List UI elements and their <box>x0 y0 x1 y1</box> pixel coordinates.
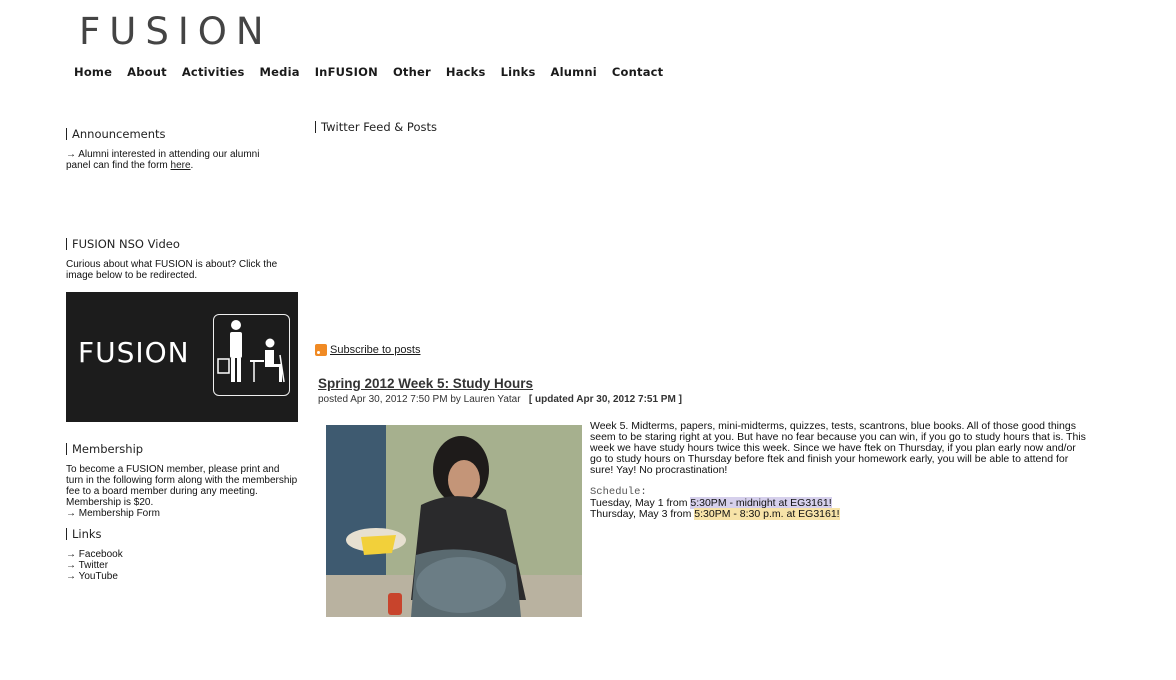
nav-hacks[interactable]: Hacks <box>446 65 486 79</box>
post-body-text: Week 5. Midterms, papers, mini-midterms,… <box>590 420 1086 476</box>
links-title: Links <box>66 528 300 540</box>
schedule-time: 5:30PM - 8:30 p.m. at EG3161! <box>694 508 840 520</box>
announcements-body: → Alumni interested in attending our alu… <box>66 149 260 171</box>
subscribe-link[interactable]: Subscribe to posts <box>330 344 421 356</box>
announcements-text: → Alumni interested in attending our alu… <box>66 149 261 171</box>
post-photo <box>326 425 582 617</box>
nav-about[interactable]: About <box>127 65 167 79</box>
links-section: Links → Facebook → Twitter → YouTube <box>66 528 300 582</box>
nav-links[interactable]: Links <box>501 65 536 79</box>
post-title[interactable]: Spring 2012 Week 5: Study Hours <box>318 376 533 391</box>
facebook-link[interactable]: → Facebook <box>66 549 300 560</box>
nav-activities[interactable]: Activities <box>182 65 245 79</box>
nav-contact[interactable]: Contact <box>612 65 664 79</box>
announcements-section: Announcements → Alumni interested in att… <box>66 128 300 171</box>
schedule-item: Thursday, May 3 from 5:30PM - 8:30 p.m. … <box>590 508 1090 520</box>
post-meta-posted: posted Apr 30, 2012 7:50 PM by Lauren Ya… <box>318 394 521 405</box>
video-image-logo-text: FUSION <box>78 336 190 369</box>
nav-alumni[interactable]: Alumni <box>551 65 597 79</box>
membership-title: Membership <box>66 443 300 455</box>
nso-video-section: FUSION NSO Video Curious about what FUSI… <box>66 238 300 281</box>
interview-icon <box>213 314 290 396</box>
subscribe-row: Subscribe to posts <box>315 344 421 356</box>
twitter-feed-title: Twitter Feed & Posts <box>315 121 437 133</box>
nav-infusion[interactable]: InFUSION <box>315 65 378 79</box>
rss-icon[interactable] <box>315 344 327 356</box>
schedule-day: Thursday, May 3 from <box>590 508 695 520</box>
membership-form-link[interactable]: → Membership Form <box>66 508 300 519</box>
twitter-link[interactable]: → Twitter <box>66 560 300 571</box>
main-nav: Home About Activities Media InFUSION Oth… <box>74 65 678 79</box>
site-logo[interactable]: FUSION <box>79 10 273 53</box>
nav-other[interactable]: Other <box>393 65 431 79</box>
post-body: Week 5. Midterms, papers, mini-midterms,… <box>590 421 1090 520</box>
post-meta-updated: [ updated Apr 30, 2012 7:51 PM ] <box>528 394 682 405</box>
announcements-form-link[interactable]: here <box>171 160 191 171</box>
nso-video-text: Curious about what FUSION is about? Clic… <box>66 259 278 281</box>
nav-media[interactable]: Media <box>260 65 300 79</box>
nso-video-title: FUSION NSO Video <box>66 238 300 250</box>
announcements-period: . <box>190 160 194 171</box>
youtube-link[interactable]: → YouTube <box>66 571 300 582</box>
membership-section: Membership To become a FUSION member, pl… <box>66 443 300 519</box>
nso-video-image[interactable]: FUSION <box>66 292 298 422</box>
membership-text: To become a FUSION member, please print … <box>66 464 298 508</box>
announcements-title: Announcements <box>66 128 300 140</box>
nav-home[interactable]: Home <box>74 65 112 79</box>
post-meta: posted Apr 30, 2012 7:50 PM by Lauren Ya… <box>318 394 682 405</box>
